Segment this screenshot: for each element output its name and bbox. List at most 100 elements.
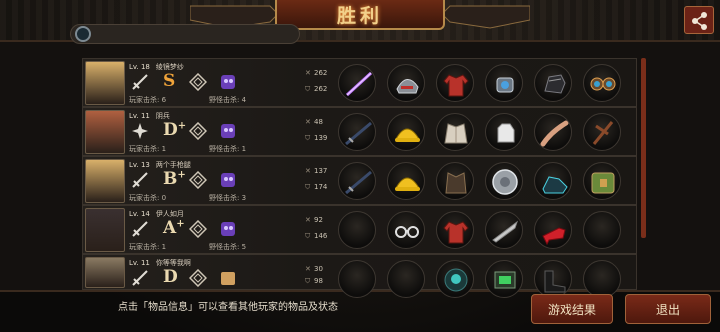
player-row[interactable]: Lv. 11 你等等我啊 D ✕ 30 ⛉ 98: [82, 254, 637, 298]
empty-item-slot[interactable]: [387, 260, 425, 298]
dark-gauntlet-icon: [544, 74, 566, 94]
cloth-armor-icon: [444, 123, 468, 144]
grade-badge: S: [163, 71, 175, 91]
item-slot[interactable]: [534, 211, 572, 249]
player-kills: 玩家击杀: 1: [129, 145, 167, 153]
exit-button[interactable]: 退出: [625, 294, 711, 324]
item-slot[interactable]: [387, 162, 425, 200]
attack-value: 262: [314, 69, 328, 77]
player-kills: 玩家击杀: 0: [129, 194, 167, 202]
item-slot[interactable]: [387, 113, 425, 151]
defense-value: 146: [314, 232, 328, 240]
player-row[interactable]: Lv. 11 阴兵 D+ 玩家击杀: 1 野怪击杀: 1 ✕ 48 ⛉ 139: [82, 107, 637, 156]
level-text: Lv. 14: [129, 210, 150, 218]
sword-icon: ✕: [305, 265, 311, 273]
weapon-icon: [132, 221, 148, 237]
sword-icon: ✕: [305, 216, 311, 224]
grade-letter: D: [163, 120, 178, 140]
wooden-staff-icon: [540, 120, 569, 147]
item-slot[interactable]: [338, 113, 376, 151]
item-slot[interactable]: [485, 64, 523, 102]
red-jacket-icon: [443, 74, 469, 97]
empty-item-slot[interactable]: [338, 211, 376, 249]
sword-icon: ✕: [305, 118, 311, 126]
yellow-helmet-icon: [395, 177, 420, 191]
hint-text: 点击「物品信息」可以查看其他玩家的物品及状态: [118, 302, 338, 313]
grade-plus: +: [177, 120, 187, 132]
defense-value: 174: [314, 183, 328, 191]
attack-value: 48: [314, 118, 323, 126]
game-result-button[interactable]: 游戏结果: [531, 294, 613, 324]
item-slot[interactable]: [485, 260, 523, 298]
attack-value: 30: [314, 265, 323, 273]
player-row[interactable]: Lv. 13 两个手枪腿 B+ 玩家击杀: 0 野怪击杀: 3 ✕ 137 ⛉ 174: [82, 156, 637, 205]
monster-kills: 野怪击杀: 3: [209, 194, 247, 202]
item-slot[interactable]: [583, 162, 621, 200]
grade-badge: D: [163, 267, 178, 287]
player-row[interactable]: Lv. 18 绫镜梦纱 S 玩家击杀: 6 野怪击杀: 4 ✕ 262 ⛉ 262: [82, 58, 637, 107]
defense-stat: ⛉ 174: [305, 183, 327, 192]
bone-blade-icon: [492, 220, 518, 243]
item-slot[interactable]: [534, 162, 572, 200]
player-name: 绫镜梦纱: [155, 63, 184, 71]
attack-value: 92: [314, 216, 323, 224]
item-slot[interactable]: [387, 211, 425, 249]
item-slot[interactable]: [485, 113, 523, 151]
empty-item-slot[interactable]: [583, 211, 621, 249]
black-boots-icon: [544, 270, 566, 293]
player-row[interactable]: Lv. 14 伊人如月 A+ 玩家击杀: 1 野怪击杀: 5 ✕ 92 ⛉ 146: [82, 205, 637, 254]
item-slot[interactable]: [534, 113, 572, 151]
level-text: Lv. 11: [129, 259, 150, 267]
player-name: 两个手枪腿: [155, 161, 191, 169]
item-slot[interactable]: [534, 260, 572, 298]
item-slot[interactable]: [436, 113, 474, 151]
sword-icon: ✕: [305, 167, 311, 175]
player-level: Lv. 18 绫镜梦纱: [129, 62, 184, 72]
share-button[interactable]: [684, 6, 714, 34]
player-level: Lv. 11 你等等我啊: [129, 258, 191, 268]
round-shield-icon: [492, 169, 518, 195]
grade-badge: A+: [163, 218, 185, 238]
avatar[interactable]: [85, 257, 125, 288]
empty-item-slot[interactable]: [583, 260, 621, 298]
item-slot[interactable]: [485, 162, 523, 200]
defense-value: 262: [314, 85, 328, 93]
glove-icon: [497, 123, 515, 143]
weapon-icon: [132, 74, 148, 90]
power-boots-icon: [542, 176, 568, 194]
item-slot[interactable]: [583, 64, 621, 102]
glasses-icon: [395, 226, 419, 238]
item-slot[interactable]: [338, 64, 376, 102]
sword-icon: ✕: [305, 69, 311, 77]
avatar[interactable]: [85, 159, 125, 203]
empty-item-slot[interactable]: [338, 260, 376, 298]
item-slot[interactable]: [338, 162, 376, 200]
item-slot[interactable]: [436, 260, 474, 298]
monster-icon: [221, 124, 235, 138]
grade-plus: +: [176, 218, 185, 230]
avatar[interactable]: [85, 208, 125, 252]
yellow-helmet-icon: [395, 128, 420, 142]
item-slot[interactable]: [436, 64, 474, 102]
banner-right-wing: [441, 5, 530, 29]
crate-icon: [221, 272, 235, 285]
player-name: 阴兵: [155, 112, 170, 120]
item-slot[interactable]: [436, 162, 474, 200]
attack-stat: ✕ 262: [305, 69, 327, 77]
item-slot[interactable]: [485, 211, 523, 249]
item-slot[interactable]: [387, 64, 425, 102]
defense-value: 139: [314, 134, 328, 142]
item-slot[interactable]: [583, 113, 621, 151]
level-text: Lv. 13: [129, 161, 150, 169]
monster-icon: [221, 222, 235, 236]
avatar[interactable]: [85, 110, 125, 154]
item-slot[interactable]: [534, 64, 572, 102]
monster-kills: 野怪击杀: 1: [209, 145, 247, 153]
scuba-helmet-icon: [444, 268, 468, 292]
item-slot[interactable]: [436, 211, 474, 249]
monster-kills: 野怪击杀: 4: [209, 96, 247, 104]
avatar[interactable]: [85, 61, 125, 105]
grade-badge: D+: [163, 120, 186, 140]
attack-value: 137: [314, 167, 328, 175]
scrollbar[interactable]: [641, 58, 646, 238]
